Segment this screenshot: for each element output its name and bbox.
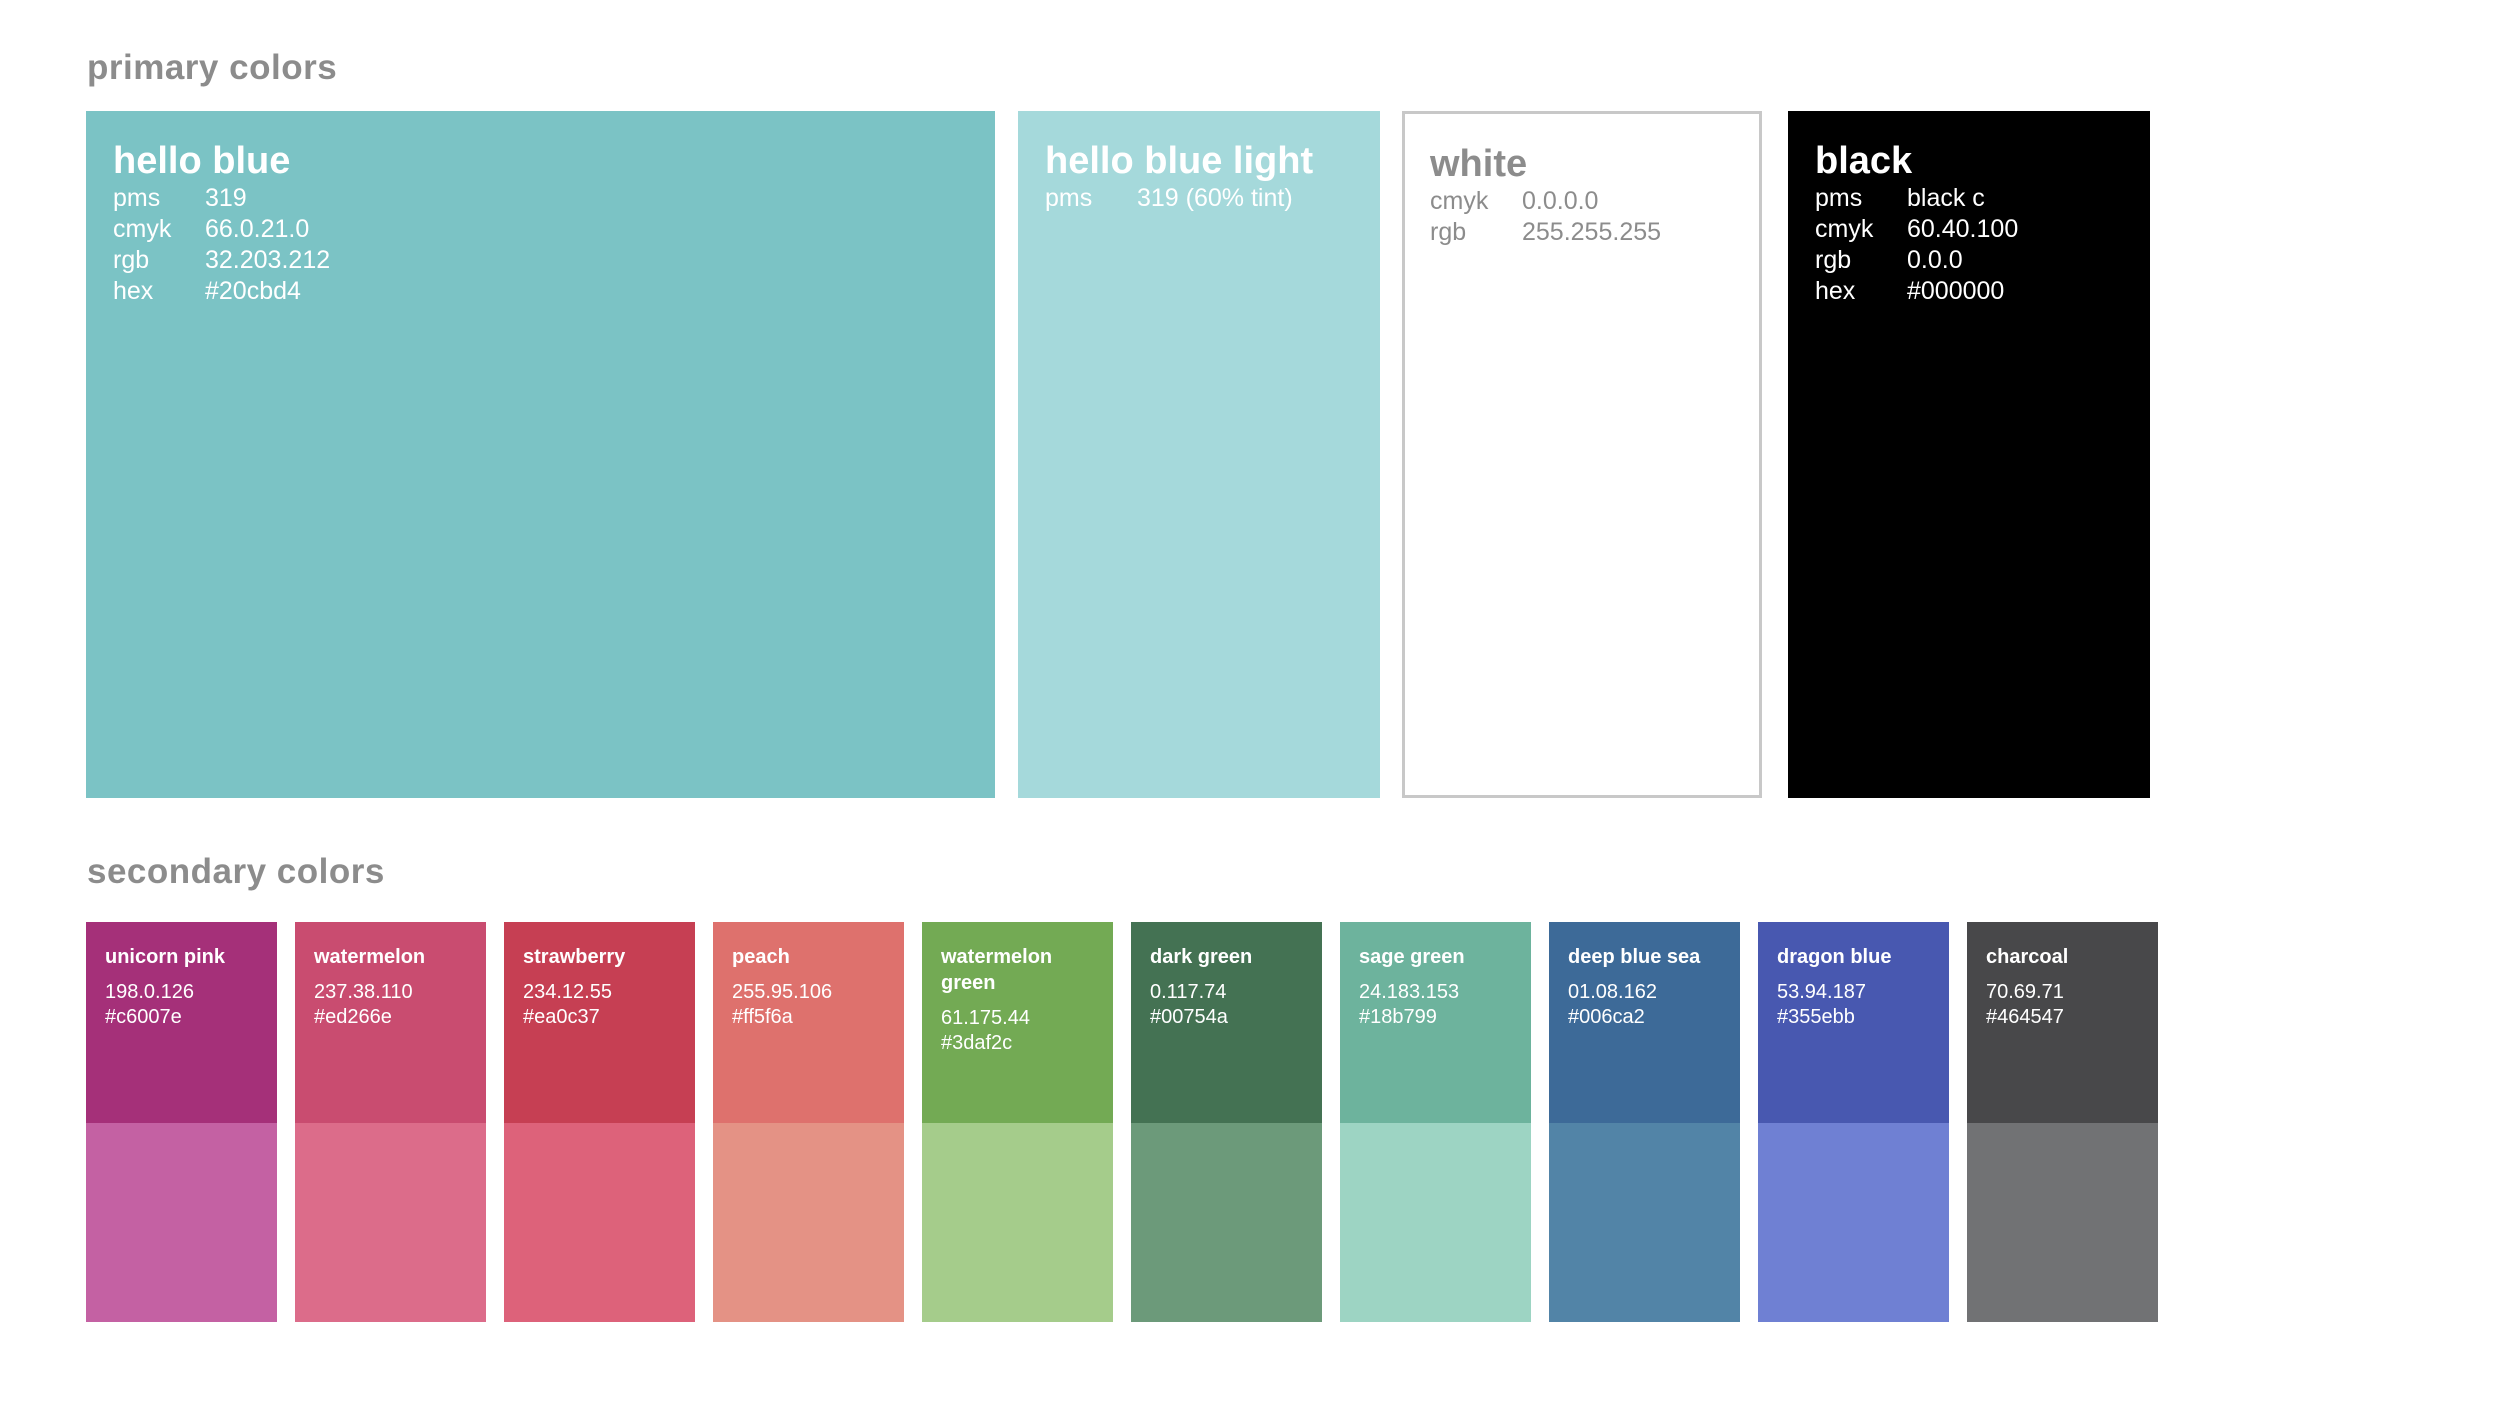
swatch-name: strawberry: [523, 946, 626, 968]
swatch-tint: [1340, 1123, 1531, 1322]
hex-value: #ed266e: [314, 1006, 392, 1028]
swatch-solid: unicorn pink 198.0.126 #c6007e: [86, 922, 277, 1123]
rgb-value: 255.255.255: [1522, 218, 1662, 246]
primary-colors-heading: primary colors: [87, 48, 338, 87]
hex-value: #355ebb: [1777, 1006, 1855, 1028]
swatch-tint: [295, 1123, 486, 1322]
hex-value: #c6007e: [105, 1006, 182, 1028]
rgb-value: 234.12.55: [523, 981, 612, 1003]
swatch-name: sage green: [1359, 946, 1465, 968]
swatch-name: black: [1815, 140, 1913, 182]
cmyk-label: cmyk: [113, 215, 172, 243]
hex-label: hex: [113, 277, 154, 305]
rgb-value: 198.0.126: [105, 981, 194, 1003]
swatch-name: watermelon green: [941, 946, 1053, 994]
rgb-value: 0.117.74: [1150, 981, 1227, 1003]
swatch-tint: [1549, 1123, 1740, 1322]
cmyk-label: cmyk: [1430, 187, 1489, 215]
hex-value: #000000: [1907, 277, 2005, 305]
hex-label: hex: [1815, 277, 1856, 305]
swatch-solid: sage green 24.183.153 #18b799: [1340, 922, 1531, 1123]
cmyk-label: cmyk: [1815, 215, 1874, 243]
swatch-watermelon-green: watermelon green 61.175.44 #3daf2c: [922, 922, 1113, 1322]
swatch-sage-green: sage green 24.183.153 #18b799: [1340, 922, 1531, 1322]
secondary-colors-heading: secondary colors: [87, 852, 385, 891]
hex-value: #464547: [1986, 1006, 2064, 1028]
swatch-strawberry: strawberry 234.12.55 #ea0c37: [504, 922, 695, 1322]
hex-value: #ff5f6a: [732, 1006, 793, 1028]
swatch-dragon-blue: dragon blue 53.94.187 #355ebb: [1758, 922, 1949, 1322]
hex-value: #00754a: [1150, 1006, 1228, 1028]
swatch-black: black pms black c cmyk 60.40.100 rgb 0.0.0 …: [1788, 111, 2150, 798]
swatch-solid: watermelon 237.38.110 #ed266e: [295, 922, 486, 1123]
swatch-name: watermelon: [314, 946, 426, 968]
rgb-value: 01.08.162: [1568, 981, 1657, 1003]
swatch-watermelon: watermelon 237.38.110 #ed266e: [295, 922, 486, 1322]
pms-label: pms: [1045, 184, 1093, 212]
swatch-name: charcoal: [1986, 946, 2069, 968]
rgb-value: 255.95.106: [732, 981, 833, 1003]
rgb-value: 237.38.110: [314, 981, 413, 1003]
rgb-value: 24.183.153: [1359, 981, 1460, 1003]
hex-value: #ea0c37: [523, 1006, 600, 1028]
rgb-value: 70.69.71: [1986, 981, 2064, 1003]
pms-value: 319 (60% tint): [1137, 184, 1293, 212]
swatch-white: white cmyk 0.0.0.0 rgb 255.255.255: [1402, 111, 1762, 798]
swatch-solid: dark green 0.117.74 #00754a: [1131, 922, 1322, 1123]
swatch-solid: strawberry 234.12.55 #ea0c37: [504, 922, 695, 1123]
swatch-unicorn-pink: unicorn pink 198.0.126 #c6007e: [86, 922, 277, 1322]
swatch-dark-green: dark green 0.117.74 #00754a: [1131, 922, 1322, 1322]
rgb-value: 0.0.0: [1907, 246, 1963, 274]
swatch-name: hello blue light: [1045, 140, 1314, 182]
swatch-name: hello blue: [113, 140, 291, 182]
pms-label: pms: [1815, 184, 1863, 212]
swatch-name: dark green: [1150, 946, 1253, 968]
swatch-deep-blue-sea: deep blue sea 01.08.162 #006ca2: [1549, 922, 1740, 1322]
rgb-value: 61.175.44: [941, 1007, 1030, 1029]
swatch-solid: dragon blue 53.94.187 #355ebb: [1758, 922, 1949, 1123]
rgb-value: 53.94.187: [1777, 981, 1866, 1003]
hex-value: #006ca2: [1568, 1006, 1645, 1028]
cmyk-value: 66.0.21.0: [205, 215, 310, 243]
swatch-solid: deep blue sea 01.08.162 #006ca2: [1549, 922, 1740, 1123]
swatch-tint: [713, 1123, 904, 1322]
rgb-label: rgb: [1815, 246, 1852, 274]
swatch-tint: [1967, 1123, 2158, 1322]
cmyk-value: 0.0.0.0: [1522, 187, 1599, 215]
pms-value: 319: [205, 184, 247, 212]
swatch-name: white: [1430, 143, 1528, 185]
hex-value: #3daf2c: [941, 1032, 1013, 1054]
swatch-charcoal: charcoal 70.69.71 #464547: [1967, 922, 2158, 1322]
swatch-tint: [922, 1123, 1113, 1322]
swatch-name: deep blue sea: [1568, 946, 1701, 968]
rgb-label: rgb: [113, 246, 150, 274]
swatch-hello-blue: hello blue pms 319 cmyk 66.0.21.0 rgb 32.20…: [86, 111, 995, 798]
rgb-label: rgb: [1430, 218, 1467, 246]
swatch-solid: peach 255.95.106 #ff5f6a: [713, 922, 904, 1123]
cmyk-value: 60.40.100: [1907, 215, 2019, 243]
swatch-peach: peach 255.95.106 #ff5f6a: [713, 922, 904, 1322]
swatch-tint: [504, 1123, 695, 1322]
swatch-hello-blue-light: hello blue light pms 319 (60% tint): [1018, 111, 1380, 798]
rgb-value: 32.203.212: [205, 246, 331, 274]
hex-value: #18b799: [1359, 1006, 1437, 1028]
swatch-name: peach: [732, 946, 790, 968]
swatch-solid: watermelon green 61.175.44 #3daf2c: [922, 922, 1113, 1123]
swatch-tint: [1758, 1123, 1949, 1322]
swatch-name: unicorn pink: [105, 946, 225, 968]
hex-value: #20cbd4: [205, 277, 301, 305]
swatch-tint: [1131, 1123, 1322, 1322]
swatch-solid: charcoal 70.69.71 #464547: [1967, 922, 2158, 1123]
swatch-name: dragon blue: [1777, 946, 1892, 968]
pms-label: pms: [113, 184, 161, 212]
pms-value: black c: [1907, 184, 1985, 212]
swatch-tint: [86, 1123, 277, 1322]
